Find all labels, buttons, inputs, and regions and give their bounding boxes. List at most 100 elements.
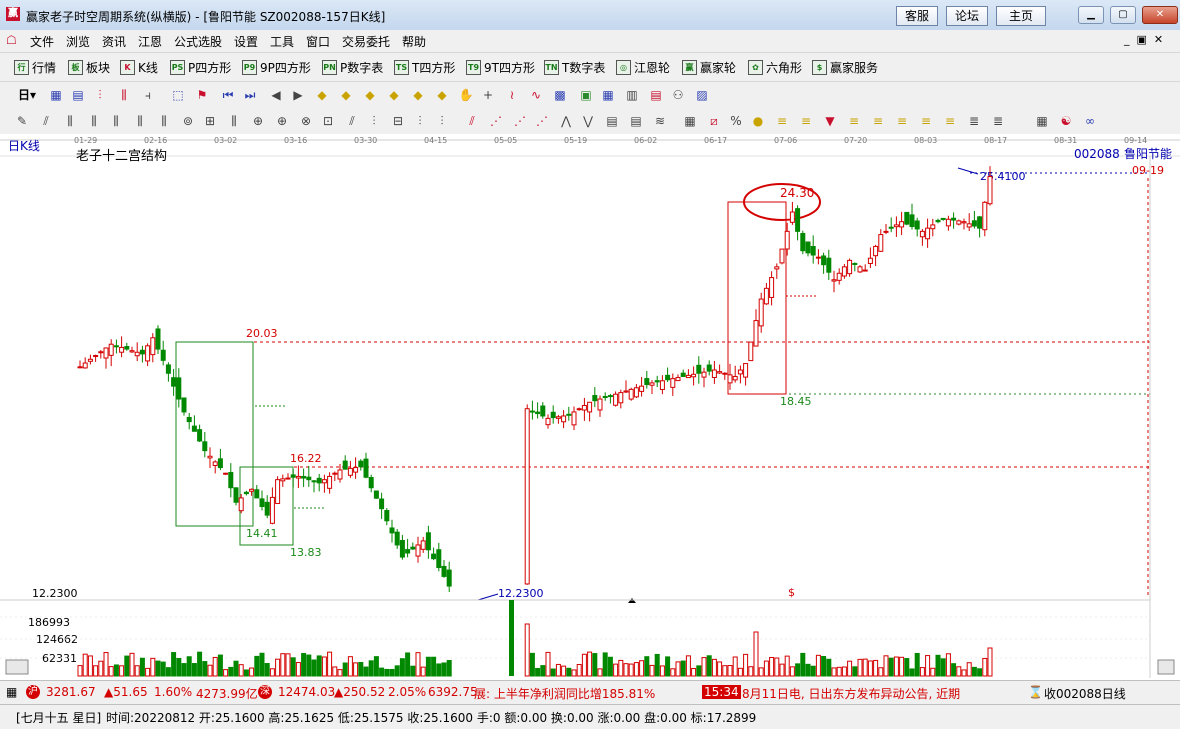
menu-info[interactable]: 资讯 xyxy=(102,33,126,50)
menu-help[interactable]: 帮助 xyxy=(402,33,426,50)
bars-icon[interactable]: ⫼ xyxy=(116,87,132,103)
speed-line-icon[interactable]: ⫽ xyxy=(464,113,480,129)
target2-icon[interactable]: ⊕ xyxy=(274,113,290,129)
fib-fan-icon[interactable]: ⫼ xyxy=(62,113,78,129)
list-icon[interactable]: ▤ xyxy=(70,87,86,103)
menu-app-icon[interactable]: ☖ xyxy=(6,33,17,47)
homepage-button[interactable]: 主页 xyxy=(996,6,1046,26)
cursor-icon[interactable]: ✎ xyxy=(14,113,30,129)
diamond-plus-icon[interactable]: ◆ xyxy=(410,87,426,103)
toolbar-kline[interactable]: K K线 xyxy=(120,59,158,76)
percent-icon[interactable]: % xyxy=(728,113,744,129)
zigzag-icon[interactable]: ≀ xyxy=(504,87,520,103)
diamond-up-icon[interactable]: ◆ xyxy=(314,87,330,103)
stack-icon[interactable]: ≣ xyxy=(966,113,982,129)
toolbar-9t-square[interactable]: T9 9T四方形 xyxy=(466,59,535,76)
coin-stack2-icon[interactable]: ≡ xyxy=(798,113,814,129)
toolbar-quotes[interactable]: 行行情 xyxy=(14,59,56,76)
comb-icon[interactable]: ⫶ xyxy=(366,113,382,129)
calc-icon[interactable]: ▦ xyxy=(600,87,616,103)
close-icon[interactable]: ✕ xyxy=(1142,6,1178,24)
yin-yang-icon[interactable]: ☯ xyxy=(1058,113,1074,129)
customer-service-button[interactable]: 客服 xyxy=(896,6,938,26)
fan3-icon[interactable]: ⋰ xyxy=(534,113,550,129)
squares-icon[interactable]: ⊞ xyxy=(202,113,218,129)
gann-icon[interactable]: ⫼ xyxy=(226,113,242,129)
window-icon[interactable]: ▦ xyxy=(48,87,64,103)
news-ticker-1[interactable]: 展: 上半年净利润同比增185.81% xyxy=(474,685,655,702)
fan-icon[interactable]: ⋰ xyxy=(488,113,504,129)
coin-stack3-icon[interactable]: ≡ xyxy=(846,113,862,129)
chart-area[interactable]: 01-29 02-16 03-02 03-16 03-30 04-15 05-05 05-19… xyxy=(0,134,1180,678)
line-tool-icon[interactable]: ⫽ xyxy=(38,113,54,129)
coin-stack5-icon[interactable]: ≡ xyxy=(894,113,910,129)
circle-grid-icon[interactable]: ⊚ xyxy=(180,113,196,129)
toolbar-winner-wheel[interactable]: 赢赢家轮 xyxy=(682,59,736,76)
menu-browse[interactable]: 浏览 xyxy=(66,33,90,50)
right-icon[interactable]: ▶ xyxy=(290,87,306,103)
toolbar-gann-wheel[interactable]: ◎ 江恩轮 xyxy=(616,59,670,76)
toolbar-t-square[interactable]: TS T四方形 xyxy=(394,59,455,76)
bars-tool-icon[interactable]: ⫶ xyxy=(412,113,428,129)
calendar-icon[interactable]: ▣ xyxy=(578,87,594,103)
last-icon[interactable]: ⏭ xyxy=(242,87,258,103)
toolbar-9p-square[interactable]: P9 9P四方形 xyxy=(242,59,311,76)
fib-time-icon[interactable]: ⫼ xyxy=(108,113,124,129)
triangle-icon[interactable]: ⋀ xyxy=(558,113,574,129)
diamond-down-icon[interactable]: ◆ xyxy=(338,87,354,103)
first-icon[interactable]: ⏮ xyxy=(220,87,236,103)
mdi-controls[interactable]: _ ▣ ✕ xyxy=(1124,33,1163,46)
menu-trade[interactable]: 交易委托 xyxy=(342,33,390,50)
diagonal-icon[interactable]: ⧄ xyxy=(706,113,722,129)
grid-icon[interactable]: ▩ xyxy=(552,87,568,103)
stripes-icon[interactable]: ≋ xyxy=(652,113,668,129)
channel-icon[interactable]: ⫼ xyxy=(156,113,172,129)
menu-settings[interactable]: 设置 xyxy=(234,33,258,50)
scroll-right-icon[interactable] xyxy=(1157,659,1175,675)
people-icon[interactable]: ⚇ xyxy=(670,87,686,103)
ruler-icon[interactable]: ▤ xyxy=(628,113,644,129)
save-icon[interactable]: ▤ xyxy=(648,87,664,103)
menu-file[interactable]: 文件 xyxy=(30,33,54,50)
stack2-icon[interactable]: ≣ xyxy=(990,113,1006,129)
w-icon[interactable]: ⋁ xyxy=(580,113,596,129)
diamond-minus-icon[interactable]: ◆ xyxy=(434,87,450,103)
diamond-left-icon[interactable]: ◆ xyxy=(362,87,378,103)
parallel-icon[interactable]: ⫽ xyxy=(344,113,360,129)
calculator-icon[interactable]: ▦ xyxy=(6,685,17,699)
left-icon[interactable]: ◀ xyxy=(268,87,284,103)
coin-stack4-icon[interactable]: ≡ xyxy=(870,113,886,129)
coin-stack6-icon[interactable]: ≡ xyxy=(918,113,934,129)
bookmark-icon[interactable]: ▼ xyxy=(822,113,838,129)
diamond-right-icon[interactable]: ◆ xyxy=(386,87,402,103)
boxes-icon[interactable]: ▤ xyxy=(604,113,620,129)
ohlc-icon[interactable]: ⫞ xyxy=(140,87,156,103)
menu-gann[interactable]: 江恩 xyxy=(138,33,162,50)
table-icon[interactable]: ▥ xyxy=(624,87,640,103)
candle-icon[interactable]: ⫶ xyxy=(92,87,108,103)
toolbar-p-square[interactable]: PS P四方形 xyxy=(170,59,231,76)
coin-icon[interactable]: ● xyxy=(750,113,766,129)
cycle-icon[interactable]: ⫼ xyxy=(132,113,148,129)
arrow-icon[interactable]: ⬚ xyxy=(170,87,186,103)
toolbar-hexagon[interactable]: ✿ 六角形 xyxy=(748,59,802,76)
menu-formula[interactable]: 公式选股 xyxy=(174,33,222,50)
toolbar-p-number[interactable]: PN P数字表 xyxy=(322,59,383,76)
coin-stack-icon[interactable]: ≡ xyxy=(774,113,790,129)
wave-icon[interactable]: ∿ xyxy=(528,87,544,103)
keyboard-icon[interactable] xyxy=(5,659,29,675)
coin-stack7-icon[interactable]: ≡ xyxy=(942,113,958,129)
toolbar-winner-service[interactable]: $ 赢家服务 xyxy=(812,59,878,76)
flag-icon[interactable]: ⚑ xyxy=(194,87,210,103)
forum-button[interactable]: 论坛 xyxy=(946,6,988,26)
toolbar-t-number[interactable]: TN T数字表 xyxy=(544,59,605,76)
infinity-icon[interactable]: ∞ xyxy=(1082,113,1098,129)
minimize-icon[interactable]: ▁ xyxy=(1078,6,1104,24)
hand-icon[interactable]: ✋ xyxy=(458,87,474,103)
table-tool-icon[interactable]: ▦ xyxy=(682,113,698,129)
box-icon[interactable]: ⊡ xyxy=(320,113,336,129)
kline-chart[interactable]: 01-29 02-16 03-02 03-16 03-30 04-15 05-05 05-19… xyxy=(0,134,1180,678)
export-icon[interactable]: ▨ xyxy=(694,87,710,103)
period-select[interactable]: 日▾ xyxy=(14,87,40,103)
toolbar-sectors[interactable]: 板板块 xyxy=(68,59,110,76)
